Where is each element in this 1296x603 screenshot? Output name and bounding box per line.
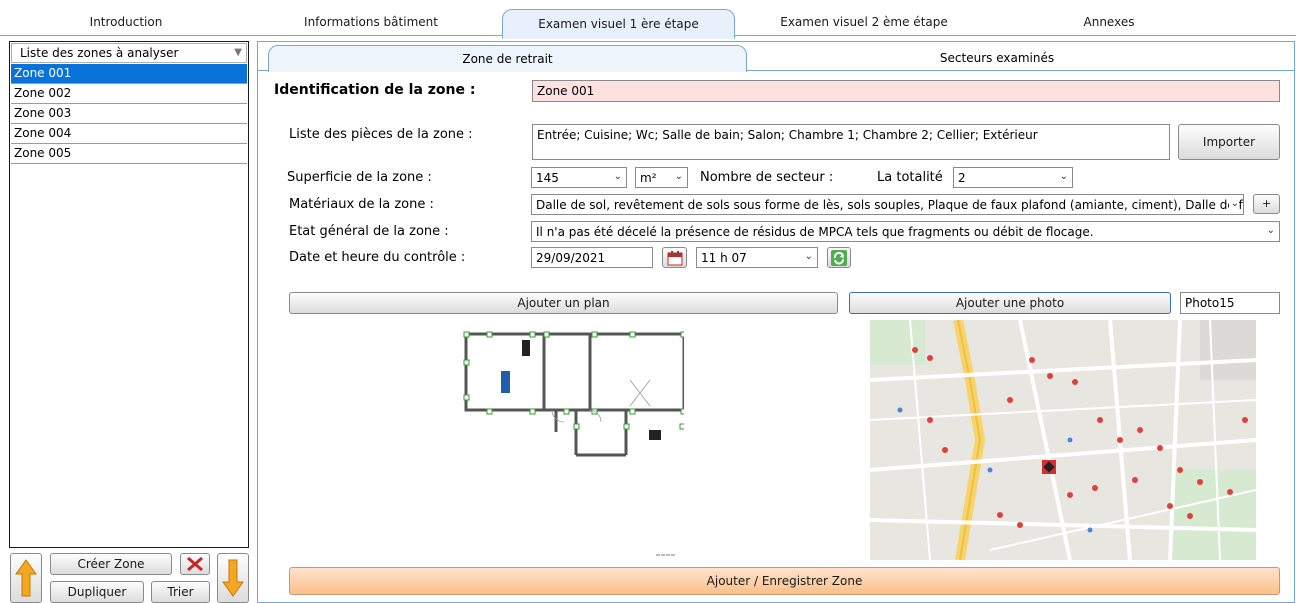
calendar-icon: [667, 250, 682, 265]
sort-button[interactable]: Trier: [151, 581, 210, 603]
rooms-field[interactable]: Entrée; Cuisine; Wc; Salle de bain; Salo…: [532, 124, 1170, 160]
duplicate-button[interactable]: Dupliquer: [50, 581, 144, 603]
chevron-down-icon: ⌄: [674, 171, 683, 182]
zone-list-panel: Liste des zones à analyser ▼ Zone 001 Zo…: [9, 41, 249, 548]
tab-examen-visuel-1[interactable]: Examen visuel 1 ère étape: [502, 9, 735, 39]
add-material-button[interactable]: +: [1253, 194, 1280, 214]
floor-plan-image: [444, 320, 684, 560]
zone-list-item[interactable]: Zone 002: [11, 84, 247, 104]
tab-secteurs-examines[interactable]: Secteurs examinés: [760, 45, 1234, 71]
zone-list-header-label: Liste des zones à analyser: [20, 46, 179, 60]
zone-id-field[interactable]: Zone 001: [532, 80, 1280, 102]
add-plan-button[interactable]: Ajouter un plan: [289, 292, 838, 314]
time-value: 11 h 07: [701, 251, 747, 265]
zone-id-label: Identification de la zone :: [274, 82, 476, 98]
arrow-up-icon: [15, 559, 37, 597]
area-field[interactable]: 145 ⌄: [531, 167, 627, 188]
tab-introduction[interactable]: Introduction: [40, 8, 212, 36]
calendar-button[interactable]: [662, 247, 687, 268]
add-photo-button[interactable]: Ajouter une photo: [849, 292, 1171, 314]
move-up-button[interactable]: [10, 553, 42, 603]
rooms-label: Liste des pièces de la zone :: [289, 127, 473, 142]
chevron-down-icon: ⌄: [613, 171, 622, 182]
time-select[interactable]: 11 h 07 ⌄: [696, 247, 818, 268]
chevron-down-icon: ⌄: [1266, 225, 1275, 236]
sectors-select[interactable]: 2 ⌄: [953, 167, 1073, 188]
refresh-time-button[interactable]: [827, 247, 851, 268]
tab-zone-de-retrait[interactable]: Zone de retrait: [268, 45, 747, 72]
zone-list-item[interactable]: Zone 001: [11, 64, 247, 84]
materials-label: Matériaux de la zone :: [289, 197, 434, 212]
chevron-down-icon: ⌄: [804, 251, 813, 262]
arrow-down-icon: [222, 559, 244, 597]
area-label: Superficie de la zone :: [287, 170, 432, 185]
chevron-down-icon: ⌄: [1059, 171, 1068, 182]
materials-select[interactable]: Dalle de sol, revêtement de sols sous fo…: [531, 194, 1244, 215]
state-label: Etat général de la zone :: [289, 224, 449, 239]
map-photo-image: [870, 320, 1256, 560]
zone-list-item[interactable]: Zone 003: [11, 104, 247, 124]
zone-list-header[interactable]: Liste des zones à analyser ▼: [11, 43, 247, 63]
zone-list-item[interactable]: Zone 005: [11, 144, 247, 164]
create-zone-button[interactable]: Créer Zone: [50, 553, 172, 575]
state-value: Il n'a pas été décelé la présence de rés…: [536, 225, 1094, 239]
delete-zone-button[interactable]: [180, 553, 210, 575]
area-unit-select[interactable]: m² ⌄: [635, 167, 688, 188]
map-drawing: [870, 320, 1256, 560]
import-button[interactable]: Importer: [1178, 124, 1280, 160]
totality-label: La totalité: [877, 170, 943, 185]
state-select[interactable]: Il n'a pas été décelé la présence de rés…: [531, 221, 1280, 242]
materials-value: Dalle de sol, revêtement de sols sous fo…: [536, 198, 1243, 212]
chevron-down-icon: ⌄: [1228, 198, 1239, 209]
area-unit-value: m²: [640, 171, 657, 185]
move-down-button[interactable]: [217, 553, 249, 603]
date-field[interactable]: 29/09/2021: [531, 247, 653, 268]
tab-informations-batiment[interactable]: Informations bâtiment: [285, 8, 457, 36]
refresh-icon: [831, 249, 847, 266]
zone-list-item[interactable]: Zone 004: [11, 124, 247, 144]
save-zone-button[interactable]: Ajouter / Enregistrer Zone: [289, 567, 1280, 595]
sectors-value: 2: [958, 171, 966, 185]
date-label: Date et heure du contrôle :: [289, 250, 466, 265]
top-tab-bar: Introduction Informations bâtiment Exame…: [0, 0, 1296, 39]
tab-examen-visuel-2[interactable]: Examen visuel 2 ème étape: [778, 8, 950, 36]
floor-plan-drawing: [463, 331, 684, 556]
sectors-label: Nombre de secteur :: [700, 170, 834, 185]
area-value: 145: [536, 171, 559, 185]
chevron-down-icon: ▼: [234, 47, 242, 58]
close-icon: [187, 556, 203, 572]
tab-annexes[interactable]: Annexes: [1023, 8, 1195, 36]
photo-name-field[interactable]: Photo15: [1180, 292, 1280, 314]
